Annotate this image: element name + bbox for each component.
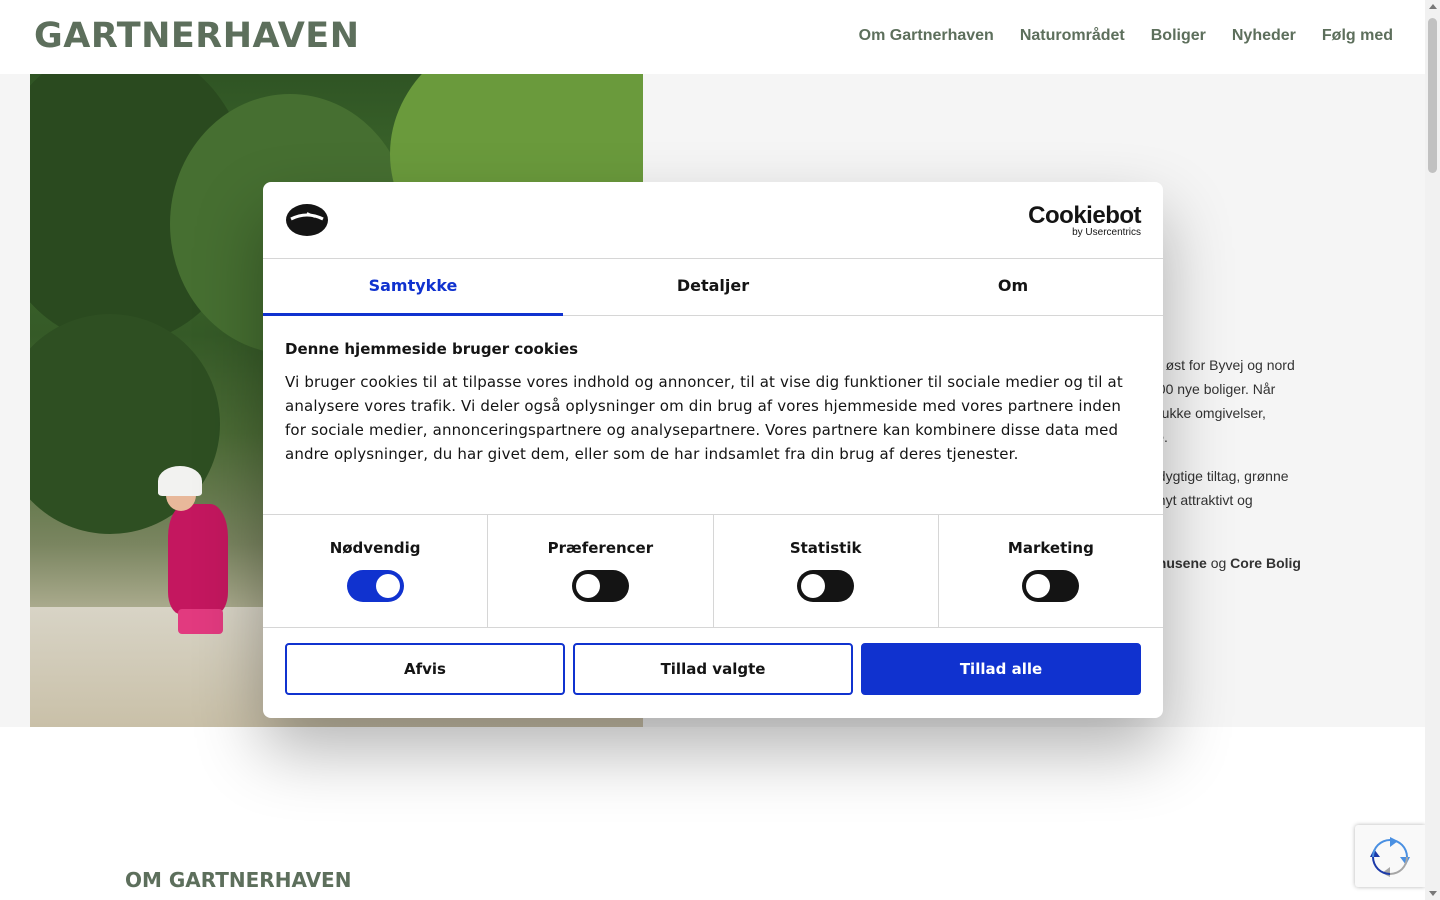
nav-item-folg-med[interactable]: Følg med (1322, 27, 1393, 45)
page-scrollbar[interactable] (1425, 0, 1440, 900)
category-nodvendig: Nødvendig (263, 515, 489, 627)
consent-categories: Nødvendig Præferencer Statistik Marketin… (263, 514, 1163, 628)
hero-text-line: t nyt attraktivt og (1150, 492, 1253, 508)
toggle-statistik[interactable] (797, 570, 855, 602)
category-statistik: Statistik (714, 515, 939, 627)
cookie-consent-dialog: Cookiebot by Usercentrics Samtykke Detal… (263, 182, 1163, 718)
category-marketing: Marketing (939, 515, 1163, 627)
hero-text-conjunction: og (1206, 555, 1231, 571)
section-title: OM GARTNERHAVEN (125, 868, 352, 892)
allow-selected-button[interactable]: Tillad valgte (573, 643, 853, 695)
hero-text-partners: shusene og Core Bolig (1150, 551, 1301, 575)
dialog-body: Denne hjemmeside bruger cookies Vi bruge… (285, 340, 1145, 466)
dialog-title: Denne hjemmeside bruger cookies (285, 340, 579, 358)
category-label: Marketing (1007, 539, 1094, 557)
site-logo[interactable]: GARTNERHAVEN (34, 16, 360, 56)
main-nav: Om Gartnerhaven Naturområdet Boliger Nyh… (859, 27, 1393, 45)
cookiebot-brand-sub: by Usercentrics (1072, 227, 1141, 238)
hero-text-line: edygtige tiltag, grønne (1150, 468, 1289, 484)
toggle-nodvendig[interactable] (346, 570, 404, 602)
recaptcha-icon (1370, 837, 1410, 877)
hero-text-line: mukke omgivelser, (1150, 405, 1266, 421)
nav-item-om-gartnerhaven[interactable]: Om Gartnerhaven (859, 27, 994, 45)
category-label: Præferencer (547, 539, 654, 557)
hero-text-line: et øst for Byvej og nord (1150, 357, 1295, 373)
dialog-description: Vi bruger cookies til at tilpasse vores … (285, 373, 1123, 463)
scroll-down-arrow-icon[interactable] (1429, 891, 1437, 896)
nav-item-naturomradet[interactable]: Naturområdet (1020, 27, 1125, 45)
site-header: GARTNERHAVEN Om Gartnerhaven Naturområde… (0, 0, 1425, 74)
allow-all-button[interactable]: Tillad alle (861, 643, 1141, 695)
toggle-marketing[interactable] (1022, 570, 1080, 602)
tab-samtykke[interactable]: Samtykke (263, 259, 563, 316)
site-favicon-icon (286, 204, 328, 236)
cookiebot-logo[interactable]: Cookiebot by Usercentrics (1028, 204, 1141, 238)
tab-detaljer[interactable]: Detaljer (563, 259, 863, 315)
nav-item-boliger[interactable]: Boliger (1151, 27, 1206, 45)
category-label: Nødvendig (329, 539, 421, 557)
recaptcha-badge[interactable] (1355, 825, 1425, 887)
nav-item-nyheder[interactable]: Nyheder (1232, 27, 1296, 45)
tab-om[interactable]: Om (863, 259, 1163, 315)
dialog-buttons: Afvis Tillad valgte Tillad alle (285, 643, 1141, 695)
scroll-thumb[interactable] (1428, 18, 1437, 173)
toggle-praeferencer[interactable] (571, 570, 629, 602)
category-label: Statistik (789, 539, 862, 557)
reject-button[interactable]: Afvis (285, 643, 565, 695)
dialog-tabs: Samtykke Detaljer Om (263, 259, 1163, 316)
category-praeferencer: Præferencer (488, 515, 714, 627)
cookiebot-brand: Cookiebot (1028, 202, 1141, 229)
dialog-header: Cookiebot by Usercentrics (263, 182, 1163, 259)
hero-text-line: 600 nye boliger. Når (1150, 381, 1276, 397)
partner-link[interactable]: Core Bolig (1230, 555, 1301, 571)
scroll-up-arrow-icon[interactable] (1429, 4, 1437, 9)
